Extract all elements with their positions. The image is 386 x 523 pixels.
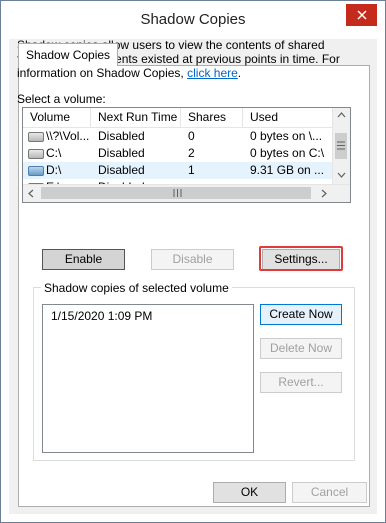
scroll-left-icon[interactable] <box>28 189 34 198</box>
volume-row-selected[interactable]: D:\ Disabled 1 9.31 GB on ... <box>23 162 333 179</box>
enable-button[interactable]: Enable <box>42 249 125 270</box>
drive-icon-blue <box>28 166 44 176</box>
shadow-copies-group-label: Shadow copies of selected volume <box>41 281 232 295</box>
select-volume-label: Select a volume: <box>17 92 106 106</box>
scroll-right-icon[interactable] <box>321 189 327 198</box>
revert-button[interactable]: Revert... <box>260 372 342 393</box>
drive-icon <box>28 132 44 142</box>
cancel-button[interactable]: Cancel <box>292 482 367 503</box>
column-header-next-run[interactable]: Next Run Time <box>91 108 181 127</box>
volume-list-header: Volume Next Run Time Shares Used <box>23 108 333 128</box>
tab-shadow-copies[interactable]: Shadow Copies <box>18 43 119 66</box>
grip-icon <box>337 141 345 150</box>
delete-now-button[interactable]: Delete Now <box>260 338 342 359</box>
volume-row[interactable]: C:\ Disabled 2 0 bytes on C:\ <box>23 145 333 162</box>
scroll-down-icon[interactable] <box>337 172 346 178</box>
volume-shares: 1 <box>188 163 195 177</box>
settings-highlight <box>259 246 343 271</box>
description-end: . <box>237 66 242 80</box>
volume-next-run: Disabled <box>98 129 145 143</box>
volume-used: 9.31 GB on ... <box>250 163 325 177</box>
dialog-window: Shadow Copies Shadow Copies Shadow copie… <box>0 0 386 523</box>
close-button[interactable] <box>346 4 377 26</box>
volume-name: \\?\Vol... <box>46 129 90 143</box>
volume-shares: 2 <box>188 146 195 160</box>
column-header-used[interactable]: Used <box>243 108 333 127</box>
create-now-button[interactable]: Create Now <box>260 304 342 325</box>
vertical-scrollbar[interactable] <box>332 108 350 184</box>
shadow-copy-item[interactable]: 1/15/2020 1:09 PM <box>51 309 152 323</box>
ok-button[interactable]: OK <box>213 482 286 503</box>
close-icon <box>356 10 367 20</box>
volume-list[interactable]: Volume Next Run Time Shares Used \\?\Vol… <box>22 107 351 203</box>
scroll-up-icon[interactable] <box>337 112 346 118</box>
volume-row[interactable]: \\?\Vol... Disabled 0 0 bytes on \... <box>23 128 333 145</box>
volume-next-run: Disabled <box>98 146 145 160</box>
volume-shares: 0 <box>188 129 195 143</box>
column-header-shares[interactable]: Shares <box>181 108 243 127</box>
volume-name: C:\ <box>46 146 62 160</box>
volume-name: D:\ <box>46 163 62 177</box>
grip-icon <box>173 189 182 197</box>
horizontal-scrollbar[interactable] <box>23 184 350 202</box>
window-title: Shadow Copies <box>140 11 246 28</box>
click-here-link[interactable]: click here <box>187 66 238 80</box>
drive-icon <box>28 149 44 159</box>
disable-button[interactable]: Disable <box>151 249 234 270</box>
column-header-volume[interactable]: Volume <box>23 108 91 127</box>
volume-next-run: Disabled <box>98 163 145 177</box>
volume-used: 0 bytes on \... <box>250 129 323 143</box>
shadow-copy-list[interactable]: 1/15/2020 1:09 PM <box>42 304 254 453</box>
title-bar[interactable]: Shadow Copies <box>1 1 385 39</box>
volume-used: 0 bytes on C:\ <box>250 146 325 160</box>
